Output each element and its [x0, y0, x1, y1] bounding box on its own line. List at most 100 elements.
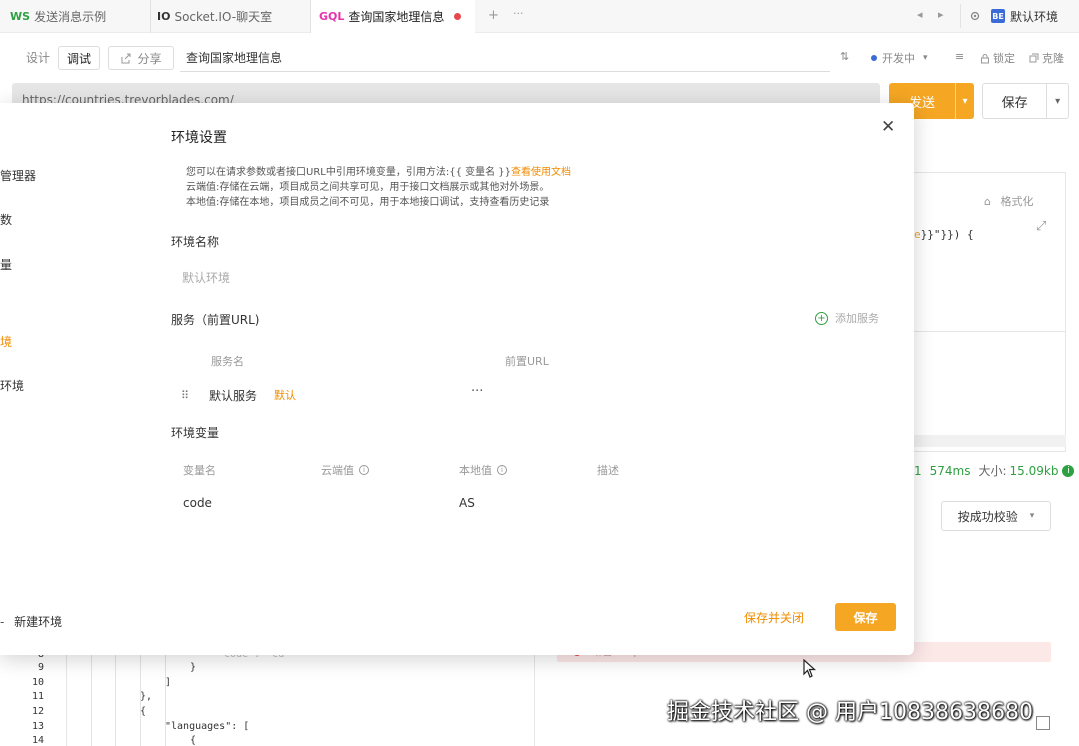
service-section-label: 服务（前置URL) — [171, 313, 260, 327]
add-tab-button[interactable]: + — [488, 8, 499, 23]
tab-prev-button[interactable]: ◂ — [917, 8, 923, 21]
share-button[interactable]: 分享 — [108, 46, 174, 70]
line-number: 12 — [31, 706, 44, 717]
var-local-value-cell[interactable]: AS — [459, 496, 475, 510]
tab-next-button[interactable]: ▸ — [938, 8, 944, 21]
sidebar-item-variables[interactable]: 量 — [0, 256, 12, 273]
code-line: ] — [165, 677, 172, 688]
ws-protocol-badge: WS — [10, 10, 31, 23]
list-icon[interactable]: ≡ — [955, 50, 964, 63]
env-vars-label: 环境变量 — [171, 426, 220, 440]
save-and-close-button[interactable]: 保存并关闭 — [744, 609, 804, 626]
var-name-column: 变量名 — [183, 464, 216, 477]
io-protocol-badge: IO — [157, 10, 171, 23]
code-line: }, — [140, 691, 153, 702]
line-number: 13 — [31, 721, 44, 732]
local-value-label: 本地值 — [459, 464, 492, 477]
sidebar-item-manager[interactable]: 管理器 — [0, 167, 36, 184]
sidebar-item-params[interactable]: 数 — [0, 211, 12, 228]
tab-ws-send-message[interactable]: WS 发送消息示例 — [10, 0, 106, 33]
add-service-label: 添加服务 — [835, 312, 879, 325]
format-button[interactable]: ⌂ 格式化 — [984, 193, 1033, 209]
service-name-column: 服务名 — [211, 355, 244, 368]
add-service-button[interactable]: + 添加服务 — [815, 310, 879, 326]
new-environment-button[interactable]: - 新建环境 — [0, 613, 62, 630]
modal-save-button[interactable]: 保存 — [835, 603, 896, 631]
line-number-gutter: 8 9 10 11 12 13 14 — [0, 649, 67, 746]
save-request-button[interactable]: 保存 ▾ — [982, 83, 1069, 119]
desc-line-1: 您可以在请求参数或者接口URL中引用环境变量，引用方法:{{ 变量名 }} — [186, 167, 512, 178]
tab-label: 发送消息示例 — [34, 10, 107, 24]
close-icon[interactable]: ✕ — [881, 117, 895, 137]
line-number: 11 — [31, 691, 44, 702]
modal-title: 环境设置 — [171, 130, 227, 146]
status-label: 开发中 — [882, 52, 915, 65]
description-column: 描述 — [597, 464, 619, 477]
response-time: 574ms — [929, 463, 971, 478]
status-selector[interactable]: 开发中 ▾ — [871, 50, 928, 66]
sidebar-item-environment-active[interactable]: 境 — [0, 333, 12, 350]
grid-view-icon[interactable] — [1036, 716, 1050, 730]
chevron-down-icon[interactable]: ▾ — [955, 83, 974, 119]
info-icon[interactable]: i — [359, 465, 369, 475]
design-mode-button[interactable]: 设计 — [18, 46, 58, 70]
lock-button[interactable]: 锁定 — [980, 50, 1015, 66]
chevron-down-icon[interactable]: ▾ — [1046, 84, 1068, 118]
desc-line-2: 云端值:存储在云端，项目成员之间共享可见，用于接口文档展示或其他对外场景。 — [186, 182, 550, 193]
indent-guide — [165, 655, 166, 746]
info-icon[interactable]: i — [1062, 464, 1075, 477]
tab-label: Socket.IO-聊天室 — [174, 10, 273, 24]
docs-link[interactable]: 查看使用文档 — [511, 167, 571, 178]
lock-label: 锁定 — [993, 52, 1015, 65]
divider — [914, 331, 1066, 332]
local-value-column: 本地值 i — [459, 462, 507, 478]
cloud-value-column: 云端值 i — [321, 462, 369, 478]
clone-button[interactable]: 克隆 — [1029, 50, 1064, 66]
environment-settings-modal: 管理器 数 量 境 环境 - 新建环境 环境设置 ✕ 您可以在请求参数或者接口U… — [0, 103, 914, 655]
line-number: 10 — [31, 677, 44, 688]
code-line: { — [190, 735, 197, 746]
drag-handle-icon[interactable]: ⠿ — [181, 389, 189, 402]
response-size: 15.09kb — [1009, 463, 1059, 478]
lock-icon — [981, 53, 989, 63]
indent-guide — [91, 655, 92, 746]
mouse-cursor-icon — [803, 658, 817, 683]
line-number: 14 — [31, 735, 44, 746]
environment-selector[interactable]: BE 默认环境 — [960, 4, 1058, 28]
code-line: { — [140, 706, 147, 717]
debug-mode-button[interactable]: 调试 — [58, 46, 101, 70]
clone-label: 克隆 — [1042, 52, 1064, 65]
copy-icon — [1029, 53, 1039, 63]
tab-socketio-chat[interactable]: IO Socket.IO-聊天室 — [150, 0, 272, 33]
tab-gql-country-info[interactable]: GQL 查询国家地理信息 — [310, 0, 475, 33]
request-name-input[interactable]: 查询国家地理信息 — [180, 46, 830, 72]
service-name-cell[interactable]: 默认服务 — [209, 387, 257, 404]
validate-selector[interactable]: 按成功校验 ▾ — [941, 501, 1051, 531]
share-icon — [121, 53, 131, 63]
code-fragment-variable: e — [914, 228, 921, 241]
var-name-cell[interactable]: code — [183, 496, 212, 510]
chevron-down-icon: ▾ — [1029, 511, 1035, 521]
code-fragment: e}}"}}) { — [914, 228, 974, 241]
code-line: "languages": [ — [165, 721, 250, 732]
sidebar-item-environment[interactable]: 环境 — [0, 377, 24, 394]
plus-circle-icon: + — [815, 311, 828, 325]
more-tabs-button[interactable]: ··· — [513, 7, 524, 20]
environment-label: 默认环境 — [1010, 9, 1059, 24]
tab-bar: WS 发送消息示例 IO Socket.IO-聊天室 GQL 查询国家地理信息 … — [0, 0, 1079, 33]
request-toolbar: 设计 调试 分享 查询国家地理信息 ⇅ 开发中 ▾ ≡ 锁定 克隆 — [0, 40, 1079, 76]
cloud-value-label: 云端值 — [321, 464, 354, 477]
info-icon[interactable]: i — [497, 465, 507, 475]
environment-badge-icon: BE — [991, 9, 1005, 23]
response-code-editor: 8 9 10 11 12 13 14 "code": "cd" } ] }, {… — [0, 649, 535, 746]
indent-guide — [115, 655, 116, 746]
filter-icon[interactable]: ⇅ — [840, 50, 849, 63]
gear-icon — [970, 11, 980, 21]
env-name-input[interactable]: 默认环境 — [171, 265, 651, 291]
response-status: 1 574ms 大小: 15.09kb i — [914, 462, 1075, 479]
expand-icon[interactable]: ⤢ — [1036, 219, 1046, 234]
more-options-icon[interactable]: ··· — [471, 384, 483, 399]
horizontal-scrollbar[interactable] — [914, 435, 1066, 447]
format-label: 格式化 — [1000, 195, 1034, 208]
tab-label: 查询国家地理信息 — [348, 10, 445, 24]
